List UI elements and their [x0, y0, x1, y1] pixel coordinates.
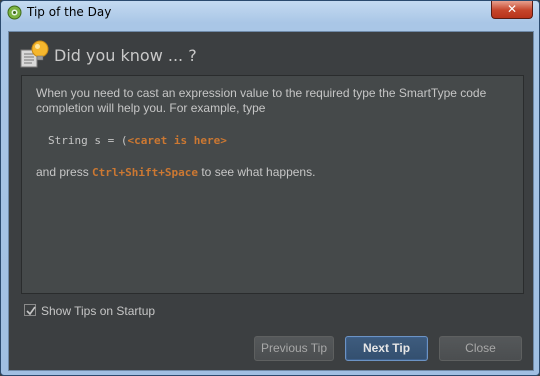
window-title: Tip of the Day [27, 5, 112, 19]
code-prefix: String s = ( [48, 134, 128, 147]
android-studio-app-icon [7, 5, 22, 20]
close-button[interactable]: Close [439, 336, 522, 361]
dialog-content: Did you know ... ? When you need to cast… [8, 31, 534, 371]
tip-outro-after: to see what happens. [198, 165, 316, 179]
next-tip-button[interactable]: Next Tip [345, 336, 428, 361]
checkmark-icon [26, 306, 36, 316]
lightbulb-icon [20, 40, 49, 68]
tip-outro-text: and press Ctrl+Shift+Space to see what h… [36, 165, 516, 180]
previous-tip-button[interactable]: Previous Tip [254, 336, 334, 361]
tip-content-panel: When you need to cast an expression valu… [21, 75, 524, 294]
show-tips-checkbox[interactable] [24, 304, 36, 316]
title-bar[interactable]: Tip of the Day ✕ [1, 1, 539, 23]
show-tips-label[interactable]: Show Tips on Startup [41, 304, 155, 318]
caret-placeholder: <caret is here> [127, 134, 227, 147]
tip-intro-text: When you need to cast an expression valu… [36, 86, 487, 115]
keyboard-shortcut: Ctrl+Shift+Space [92, 166, 199, 179]
code-example: String s = (<caret is here> [48, 133, 509, 148]
tip-outro-before: and press [36, 165, 93, 179]
tip-of-the-day-dialog: Tip of the Day ✕ Did you know ... ? When… [0, 0, 540, 376]
did-you-know-heading: Did you know ... ? [54, 46, 197, 65]
window-close-button[interactable]: ✕ [491, 1, 533, 19]
